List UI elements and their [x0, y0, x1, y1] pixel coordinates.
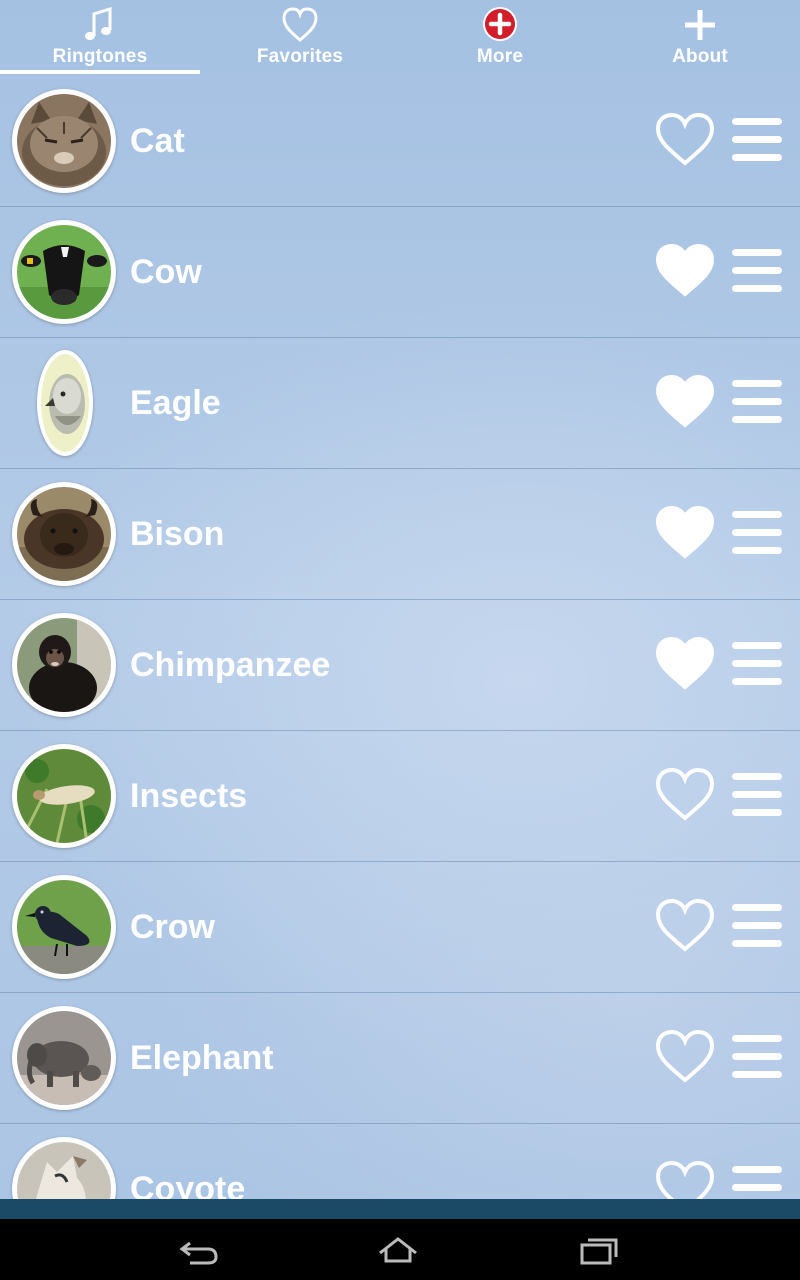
- ringtone-name: Eagle: [130, 384, 221, 422]
- ringtone-name: Bison: [130, 515, 225, 553]
- menu-icon[interactable]: [730, 1033, 784, 1083]
- menu-icon[interactable]: [730, 771, 784, 821]
- list-item[interactable]: Eagle: [0, 338, 800, 469]
- menu-icon[interactable]: [730, 902, 784, 952]
- favorite-button[interactable]: [654, 373, 716, 431]
- tab-more-label: More: [476, 46, 524, 67]
- favorite-button[interactable]: [654, 897, 716, 955]
- favorite-button[interactable]: [654, 504, 716, 562]
- heart-filled-icon: [655, 374, 715, 428]
- favorite-button[interactable]: [654, 1028, 716, 1086]
- ringtone-name: Cow: [130, 253, 202, 291]
- menu-icon[interactable]: [730, 509, 784, 559]
- selected-tab-indicator: [0, 70, 200, 74]
- tab-about-label: About: [672, 46, 728, 67]
- heart-outline-icon: [282, 7, 318, 42]
- favorite-button[interactable]: [654, 635, 716, 693]
- favorite-button[interactable]: [654, 242, 716, 300]
- insects-thumbnail: [12, 744, 116, 848]
- menu-icon[interactable]: [730, 1164, 784, 1200]
- elephant-thumbnail: [12, 1006, 116, 1110]
- music-note-icon: [85, 6, 112, 40]
- menu-icon[interactable]: [730, 247, 784, 297]
- heart-outline-icon: [655, 112, 715, 166]
- tab-more[interactable]: More: [400, 0, 600, 76]
- ringtone-name: Chimpanzee: [130, 646, 331, 684]
- cow-thumbnail: [12, 220, 116, 324]
- favorite-button[interactable]: [654, 111, 716, 169]
- app-screen: Ringtones Favorites More About Cat Cow E…: [0, 0, 800, 1200]
- list-item[interactable]: Insects: [0, 731, 800, 862]
- bison-thumbnail: [12, 482, 116, 586]
- home-button[interactable]: [358, 1229, 438, 1271]
- ringtone-name: Elephant: [130, 1039, 274, 1077]
- list-item[interactable]: Cow: [0, 207, 800, 338]
- crow-thumbnail: [12, 875, 116, 979]
- back-icon: [179, 1241, 218, 1265]
- home-icon: [379, 1237, 417, 1263]
- list-item[interactable]: Crow: [0, 862, 800, 993]
- heart-outline-icon: [655, 1029, 715, 1083]
- coyote-thumbnail: [12, 1137, 116, 1200]
- menu-icon[interactable]: [730, 640, 784, 690]
- chimpanzee-thumbnail: [12, 613, 116, 717]
- list-item[interactable]: Elephant: [0, 993, 800, 1124]
- heart-filled-icon: [655, 636, 715, 690]
- ringtone-name: Coyote: [130, 1170, 246, 1200]
- menu-icon[interactable]: [730, 116, 784, 166]
- eagle-thumbnail: [37, 350, 93, 456]
- tab-favorites[interactable]: Favorites: [200, 0, 400, 76]
- list-item[interactable]: Bison: [0, 469, 800, 600]
- heart-outline-icon: [655, 767, 715, 821]
- favorite-button[interactable]: [654, 1159, 716, 1200]
- red-plus-badge-icon: [483, 7, 517, 41]
- ringtone-list: Cat Cow Eagle Bison Chimpanzee Insects C…: [0, 76, 800, 1200]
- list-item[interactable]: Cat: [0, 76, 800, 207]
- tab-ringtones[interactable]: Ringtones: [0, 0, 200, 76]
- recent-apps-button[interactable]: [558, 1229, 638, 1271]
- tab-ringtones-label: Ringtones: [52, 46, 148, 67]
- list-item[interactable]: Coyote: [0, 1124, 800, 1200]
- cat-thumbnail: [12, 89, 116, 193]
- heart-outline-icon: [655, 1160, 715, 1200]
- ringtone-name: Insects: [130, 777, 248, 815]
- bottom-strip: [0, 1199, 800, 1219]
- tab-about[interactable]: About: [600, 0, 800, 76]
- menu-icon[interactable]: [730, 378, 784, 428]
- list-item[interactable]: Chimpanzee: [0, 600, 800, 731]
- plus-icon: [685, 10, 715, 40]
- ringtone-name: Cat: [130, 122, 185, 160]
- recent-apps-icon: [580, 1238, 618, 1265]
- favorite-button[interactable]: [654, 766, 716, 824]
- tab-bar: Ringtones Favorites More About: [0, 0, 800, 76]
- ringtone-name: Crow: [130, 908, 215, 946]
- tab-favorites-label: Favorites: [256, 46, 344, 67]
- heart-filled-icon: [655, 243, 715, 297]
- heart-outline-icon: [655, 898, 715, 952]
- system-nav-bar: [0, 1219, 800, 1280]
- back-button[interactable]: [158, 1229, 238, 1271]
- heart-filled-icon: [655, 505, 715, 559]
